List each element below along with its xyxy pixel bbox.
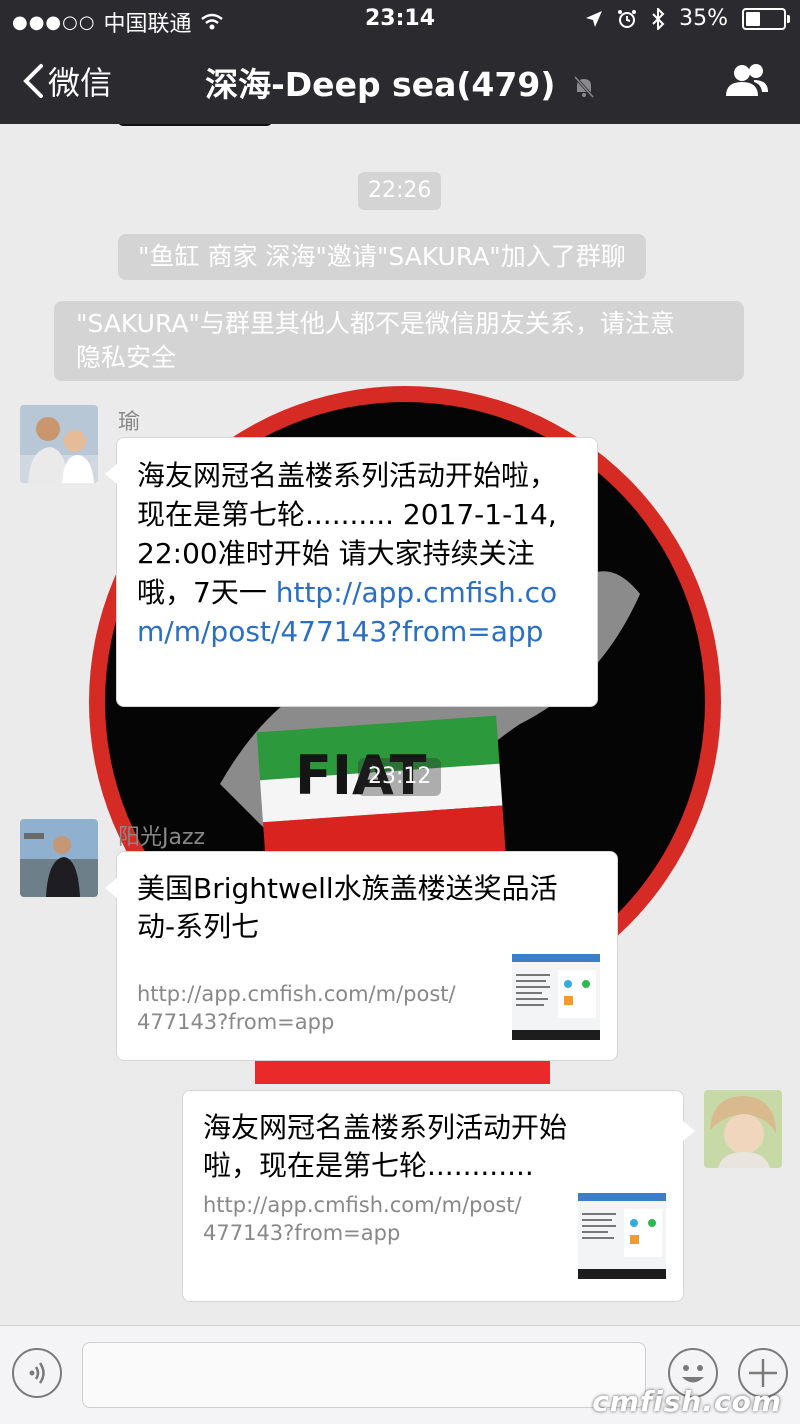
nav-bar: 微信 深海-Deep sea(479) bbox=[0, 40, 800, 124]
link-card-title-line: 美国Brightwell水族盖楼送奖品活 bbox=[137, 872, 558, 905]
avatar[interactable] bbox=[20, 819, 98, 897]
sender-name: 阳光Jazz bbox=[118, 825, 206, 850]
message-bubble[interactable]: 海友网冠名盖楼系列活动开始啦，现在是第七轮.......... 2017-1-1… bbox=[105, 437, 598, 707]
input-bar: cmfish.com bbox=[0, 1325, 800, 1424]
system-message-invite: "鱼缸 商家 深海"邀请"SAKURA"加入了群聊 bbox=[118, 234, 646, 280]
message-text: 海友网冠名盖楼系列活动开始啦，现在是第七轮.......... 2017-1-1… bbox=[137, 456, 577, 651]
message-input[interactable] bbox=[82, 1342, 646, 1408]
status-bar: ●●●○○ 中国联通 23:14 35% bbox=[0, 0, 800, 40]
link-card-url: http://app.cmfish.com/m/post/ 477143?fro… bbox=[203, 1191, 522, 1247]
system-message-privacy: "SAKURA"与群里其他人都不是微信朋友关系，请注意 隐私安全 bbox=[54, 301, 744, 381]
link-card-title: 海友网冠名盖楼系列活动开始 啦，现在是第七轮............ bbox=[203, 1109, 567, 1185]
back-button[interactable]: 微信 bbox=[22, 58, 112, 104]
link-card-title-line: 啦，现在是第七轮............ bbox=[203, 1149, 534, 1182]
link-card-thumbnail bbox=[578, 1193, 666, 1279]
voice-toggle-button[interactable] bbox=[12, 1348, 62, 1398]
battery-percent: 35% bbox=[679, 6, 728, 31]
link-card-bubble[interactable]: 海友网冠名盖楼系列活动开始 啦，现在是第七轮............ http:… bbox=[182, 1090, 695, 1302]
link-card-thumbnail bbox=[512, 954, 600, 1040]
status-right: 35% bbox=[585, 6, 790, 31]
muted-bell-icon bbox=[573, 75, 595, 98]
avatar-photo-icon bbox=[20, 405, 98, 483]
avatar-photo-icon bbox=[704, 1090, 782, 1168]
avatar-photo-icon bbox=[20, 819, 98, 897]
link-card-bubble[interactable]: 美国Brightwell水族盖楼送奖品活 动-系列七 http://app.cm… bbox=[105, 851, 618, 1061]
link-card-url-line: 477143?from=app bbox=[137, 1010, 335, 1034]
chat-title-text: 深海-Deep sea(479) bbox=[205, 65, 556, 104]
link-card-url-line: http://app.cmfish.com/m/post/ bbox=[137, 982, 456, 1006]
bluetooth-icon bbox=[652, 7, 665, 30]
location-arrow-icon bbox=[586, 10, 603, 27]
system-message-line: "SAKURA"与群里其他人都不是微信朋友关系，请注意 bbox=[76, 309, 675, 338]
link-card-title-line: 动-系列七 bbox=[137, 910, 260, 943]
link-card-url-line: http://app.cmfish.com/m/post/ bbox=[203, 1193, 522, 1217]
my-avatar[interactable] bbox=[704, 1090, 782, 1168]
system-message-line: 隐私安全 bbox=[76, 343, 177, 372]
timestamp-chip: 22:26 bbox=[358, 172, 442, 210]
chevron-left-icon bbox=[23, 64, 43, 98]
link-card-url: http://app.cmfish.com/m/post/ 477143?fro… bbox=[137, 980, 456, 1036]
voice-icon bbox=[29, 1362, 45, 1384]
link-card-title-line: 海友网冠名盖楼系列活动开始 bbox=[203, 1111, 568, 1144]
link-card-url-line: 477143?from=app bbox=[203, 1221, 401, 1245]
avatar[interactable] bbox=[20, 405, 98, 483]
chat-title: 深海-Deep sea(479) bbox=[160, 58, 640, 106]
sender-name: 瑜 bbox=[118, 410, 141, 435]
battery-fill bbox=[746, 11, 760, 26]
battery-icon bbox=[742, 7, 790, 30]
link-card-title: 美国Brightwell水族盖楼送奖品活 动-系列七 bbox=[137, 870, 558, 946]
thumbnail-screenshot-icon bbox=[578, 1193, 666, 1279]
thumbnail-screenshot-icon bbox=[512, 954, 600, 1040]
timestamp-chip: 23:12 bbox=[358, 758, 442, 796]
group-members-button[interactable] bbox=[724, 62, 770, 102]
alarm-icon bbox=[618, 9, 637, 28]
back-label: 微信 bbox=[48, 64, 113, 102]
group-icon bbox=[726, 64, 768, 96]
watermark-logo: cmfish.com bbox=[592, 1385, 782, 1418]
chat-area[interactable]: FIAT 22:26 "鱼缸 商家 深海"邀请"SAKURA"加入了群聊 "SA… bbox=[0, 124, 800, 1325]
